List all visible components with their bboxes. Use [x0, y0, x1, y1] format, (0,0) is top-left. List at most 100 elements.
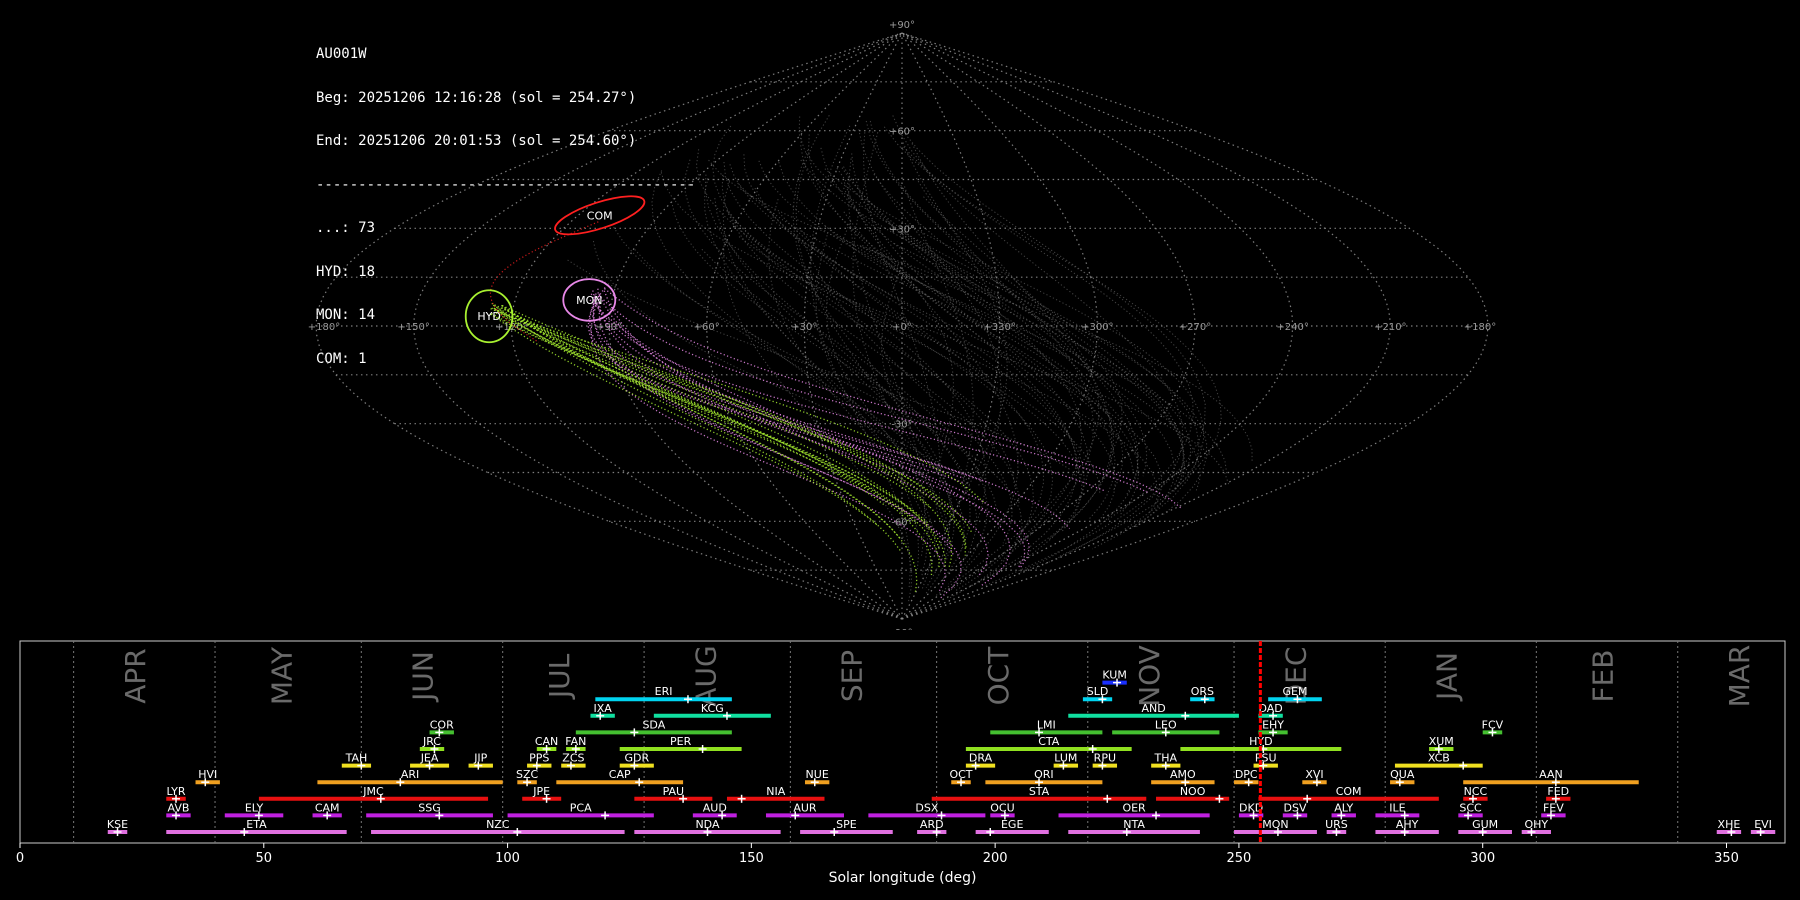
- shower-bar-ssg: SSG: [366, 801, 493, 820]
- shower-bar-oct: OCT: [949, 768, 973, 787]
- shower-bar-dsx: DSX: [868, 801, 986, 820]
- shower-code-label: PCA: [570, 801, 592, 814]
- shower-bar-gum: GUM: [1458, 818, 1512, 836]
- shower-bar-per: PER: [619, 735, 742, 753]
- shower-code-label: KSE: [107, 818, 128, 831]
- shower-bar-nue: NUE: [804, 768, 830, 787]
- shower-code-label: HVI: [198, 768, 217, 781]
- shower-code-label: EHY: [1262, 718, 1284, 731]
- shower-bar-dad: DAD: [1258, 702, 1283, 720]
- shower-code-label: LUM: [1054, 752, 1077, 765]
- shower-code-label: ORI: [1034, 768, 1054, 781]
- shower-code-label: JIP: [473, 752, 487, 765]
- shower-code-label: PPS: [529, 752, 549, 765]
- shower-code-label: MON: [1262, 818, 1288, 831]
- shower-bar-cam: CAM: [312, 801, 342, 820]
- x-tick-label: 100: [495, 851, 520, 866]
- shower-bar-fev: FEV: [1541, 801, 1566, 820]
- shower-code-label: ARD: [920, 818, 944, 831]
- shower-code-label: DAD: [1258, 702, 1282, 715]
- shower-bar-pps: PPS: [527, 752, 552, 770]
- shower-code-label: OCU: [990, 801, 1014, 814]
- shower-bar-nda: NDA: [634, 818, 781, 836]
- shower-bar-ehy: EHY: [1258, 718, 1288, 737]
- shower-code-label: AUD: [703, 801, 727, 814]
- shower-bar-psu: PSU: [1253, 752, 1278, 770]
- month-label: NOV: [1133, 645, 1166, 707]
- shower-bar-jmc: JMC: [258, 785, 489, 803]
- shower-code-label: GEM: [1283, 685, 1308, 698]
- x-tick-label: 0: [16, 851, 24, 866]
- shower-bar-can: CAN: [535, 735, 558, 753]
- shower-bar-lmi: LMI: [990, 718, 1103, 737]
- shower-bar-zcs: ZCS: [561, 752, 586, 770]
- shower-bar-amo: AMO: [1151, 768, 1215, 787]
- month-label: OCT: [982, 646, 1015, 706]
- shower-bar-ncc: NCC: [1463, 785, 1488, 803]
- shower-bar-gdr: GDR: [619, 752, 654, 770]
- shower-bar-xcb: XCB: [1394, 752, 1483, 770]
- shower-bar-ohy: OHY: [1521, 818, 1551, 836]
- shower-bar-ege: EGE: [975, 818, 1049, 836]
- shower-bar-cap: CAP: [556, 768, 684, 787]
- shower-code-label: ARI: [401, 768, 419, 781]
- shower-bar-sda: SDA: [575, 718, 732, 737]
- shower-bar-xum: XUM: [1429, 735, 1454, 753]
- month-label: MAY: [265, 646, 298, 705]
- x-tick-label: 50: [256, 851, 273, 866]
- shower-bar-jea: JEA: [410, 752, 450, 770]
- shower-bar-and: AND: [1068, 702, 1239, 720]
- shower-code-label: AVB: [168, 801, 190, 814]
- shower-code-label: JEA: [420, 752, 439, 765]
- shower-code-label: GDR: [624, 752, 649, 765]
- shower-code-label: PAU: [663, 785, 685, 798]
- shower-bar-scc: SCC: [1458, 801, 1483, 820]
- shower-code-label: AMO: [1170, 768, 1196, 781]
- shower-bar-kum: KUM: [1102, 669, 1127, 687]
- shower-bar-ari: ARI: [317, 768, 503, 787]
- shower-bar-ile: ILE: [1375, 801, 1420, 820]
- shower-code-label: COR: [430, 718, 454, 731]
- shower-code-label: ERI: [655, 685, 673, 698]
- shower-bar-spe: SPE: [800, 818, 893, 836]
- shower-code-label: LMI: [1037, 718, 1056, 731]
- month-label: JUL: [543, 653, 576, 700]
- shower-timeline-chart: APR MAY JUN JUL AUG SEP OCT NOV DEC JAN FEB MAR0 50 1…: [16, 640, 1786, 886]
- shower-bar-fed: FED: [1546, 785, 1571, 803]
- shower-bar-com: COM: [1258, 785, 1439, 803]
- shower-bar-ely: ELY: [224, 801, 284, 820]
- shower-code-label: JRC: [422, 735, 441, 748]
- shower-code-label: CAP: [609, 768, 631, 781]
- shower-code-label: LEO: [1155, 718, 1177, 731]
- shower-bar-qua: QUA: [1390, 768, 1415, 787]
- shower-bar-jip: JIP: [468, 752, 493, 770]
- shower-code-label: NTA: [1123, 818, 1145, 831]
- shower-code-label: JPE: [532, 785, 550, 798]
- shower-code-label: SDA: [642, 718, 665, 731]
- month-label: SEP: [836, 650, 869, 702]
- shower-code-label: EVI: [1754, 818, 1772, 831]
- shower-bar-tah: TAH: [341, 752, 372, 770]
- shower-bar-mon: MON: [1234, 818, 1317, 836]
- shower-code-label: KUM: [1102, 669, 1126, 682]
- x-tick-label: 350: [1714, 851, 1739, 866]
- shower-bar-ixa: IXA: [590, 702, 615, 720]
- shower-bar-dra: DRA: [965, 752, 996, 770]
- month-label: JAN: [1431, 652, 1464, 702]
- shower-bar-urs: URS: [1325, 818, 1348, 836]
- shower-code-label: DPC: [1235, 768, 1258, 781]
- shower-code-label: PSU: [1255, 752, 1277, 765]
- shower-bar-aud: AUD: [692, 801, 737, 820]
- shower-bar-nia: NIA: [726, 785, 825, 803]
- shower-bar-avb: AVB: [166, 801, 191, 820]
- x-axis-label: Solar longitude (deg): [829, 870, 977, 886]
- shower-code-label: DSX: [915, 801, 938, 814]
- month-label: APR: [119, 648, 152, 704]
- shower-bar-sld: SLD: [1082, 685, 1113, 704]
- shower-code-label: DSV: [1284, 801, 1307, 814]
- shower-code-label: SSG: [418, 801, 441, 814]
- shower-bar-gem: GEM: [1268, 685, 1322, 704]
- shower-code-label: KCG: [701, 702, 724, 715]
- shower-code-label: DRA: [969, 752, 993, 765]
- shower-bar-aur: AUR: [765, 801, 844, 820]
